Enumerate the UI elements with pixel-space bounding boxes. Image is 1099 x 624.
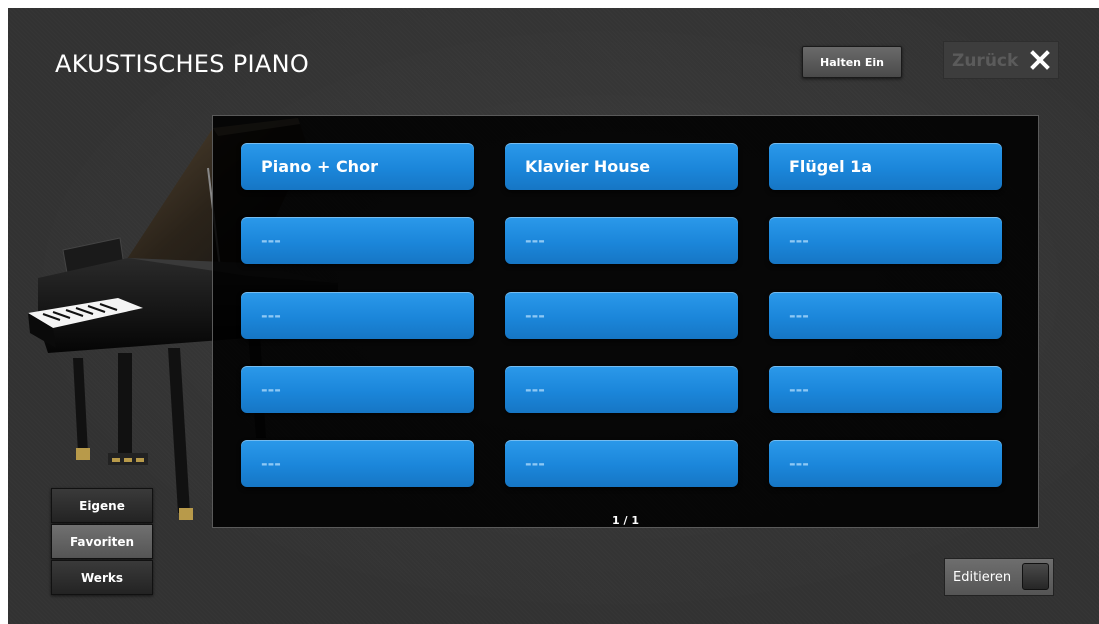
sound-slot-9[interactable]: --- bbox=[769, 292, 1002, 339]
sound-slot-14[interactable]: --- bbox=[505, 440, 738, 487]
sound-slot-11[interactable]: --- bbox=[505, 366, 738, 413]
sidebar-item-werks[interactable]: Werks bbox=[51, 560, 153, 595]
back-button-label: Zurück bbox=[952, 51, 1019, 71]
sidebar-item-favoriten[interactable]: Favoriten bbox=[51, 524, 153, 559]
sound-grid-panel: Piano + Chor Klavier House Flügel 1a ---… bbox=[212, 115, 1039, 528]
app-screen: AKUSTISCHES PIANO Halten Ein Zurück Pian… bbox=[8, 8, 1099, 624]
back-button[interactable]: Zurück bbox=[943, 41, 1059, 79]
sound-slot-3[interactable]: Flügel 1a bbox=[769, 143, 1002, 190]
edit-checkbox[interactable] bbox=[1022, 563, 1049, 590]
sound-slot-12[interactable]: --- bbox=[769, 366, 1002, 413]
sound-slot-6[interactable]: --- bbox=[769, 217, 1002, 264]
close-icon[interactable] bbox=[1026, 46, 1054, 74]
sound-slot-7[interactable]: --- bbox=[241, 292, 474, 339]
sound-slot-15[interactable]: --- bbox=[769, 440, 1002, 487]
page-title: AKUSTISCHES PIANO bbox=[55, 50, 310, 78]
sound-slot-13[interactable]: --- bbox=[241, 440, 474, 487]
sound-slot-1[interactable]: Piano + Chor bbox=[241, 143, 474, 190]
sound-slot-2[interactable]: Klavier House bbox=[505, 143, 738, 190]
hold-button[interactable]: Halten Ein bbox=[802, 46, 902, 78]
sound-slot-4[interactable]: --- bbox=[241, 217, 474, 264]
sound-slot-8[interactable]: --- bbox=[505, 292, 738, 339]
edit-label: Editieren bbox=[953, 570, 1012, 585]
sidebar-item-eigene[interactable]: Eigene bbox=[51, 488, 153, 523]
page-indicator: 1 / 1 bbox=[612, 514, 639, 527]
edit-toggle-button[interactable]: Editieren bbox=[944, 558, 1054, 596]
sound-slot-5[interactable]: --- bbox=[505, 217, 738, 264]
sound-slot-10[interactable]: --- bbox=[241, 366, 474, 413]
